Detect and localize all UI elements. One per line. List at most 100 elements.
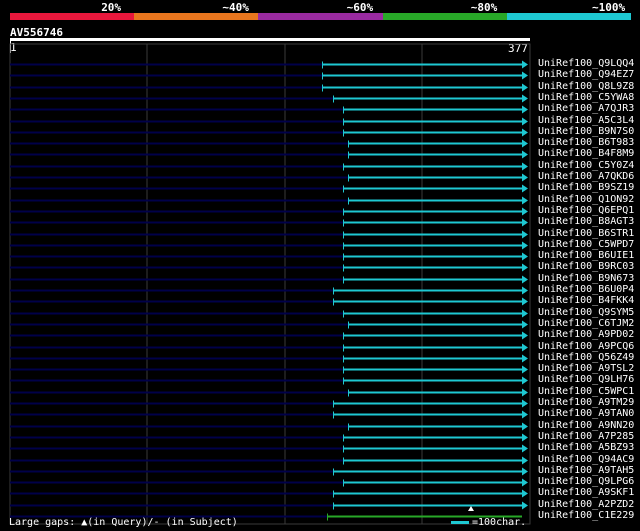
hit-name-link[interactable]: UniRef100_Q8L9Z8 <box>538 81 634 92</box>
hit-end-arrow <box>522 286 528 295</box>
hit-end-arrow <box>522 162 528 171</box>
hit-end-arrow <box>522 354 528 363</box>
identity-scale-segment <box>382 13 507 20</box>
hit-name-link[interactable]: UniRef100_B9N7S0 <box>538 126 634 137</box>
hit-name-link[interactable]: UniRef100_B4F8M9 <box>538 148 634 159</box>
hit-name-link[interactable]: UniRef100_C5WPD7 <box>538 239 634 250</box>
hit-end-arrow <box>522 501 528 510</box>
hit-name-link[interactable]: UniRef100_Q9LQQ4 <box>538 58 634 69</box>
hit-name-link[interactable]: UniRef100_A7P285 <box>538 431 634 442</box>
large-gaps-legend: Large gaps: ▲(in Query)/- (in Subject) <box>9 517 238 528</box>
hit-end-arrow <box>522 218 528 227</box>
identity-scale-label: 20% <box>101 1 122 14</box>
hit-end-arrow <box>522 71 528 80</box>
ruler-start-label: 1 <box>10 41 17 54</box>
hit-name-link[interactable]: UniRef100_A9NN20 <box>538 420 634 431</box>
identity-scale-segment <box>134 13 259 20</box>
hit-name-link[interactable]: UniRef100_B6T983 <box>538 137 634 148</box>
scale-legend-label: =100char. <box>472 517 527 528</box>
identity-scale-segment <box>10 13 135 20</box>
hit-end-arrow <box>522 128 528 137</box>
hit-end-arrow <box>522 399 528 408</box>
identity-scale-label: ~80% <box>470 1 498 14</box>
hit-name-link[interactable]: UniRef100_A7QKD6 <box>538 171 634 182</box>
hit-end-arrow <box>522 196 528 205</box>
identity-scale-label: ~100% <box>592 1 626 14</box>
hit-end-arrow <box>522 376 528 385</box>
hit-name-link[interactable]: UniRef100_C1E229 <box>538 510 634 521</box>
identity-scale-label: ~40% <box>222 1 249 14</box>
hit-end-arrow <box>522 94 528 103</box>
hit-end-arrow <box>522 365 528 374</box>
hit-name-link[interactable]: UniRef100_Q9LPG6 <box>538 476 634 487</box>
hit-name-link[interactable]: UniRef100_B6UIE1 <box>538 250 634 261</box>
hit-end-arrow <box>522 252 528 261</box>
hit-name-link[interactable]: UniRef100_B4FKK4 <box>538 295 634 306</box>
hit-end-arrow <box>522 320 528 329</box>
hit-name-link[interactable]: UniRef100_C6TJM2 <box>538 318 634 329</box>
hit-name-link[interactable]: UniRef100_A9TAN0 <box>538 408 634 419</box>
hit-end-arrow <box>522 343 528 352</box>
hit-end-arrow <box>522 173 528 182</box>
hit-end-arrow <box>522 489 528 498</box>
hit-end-arrow <box>522 433 528 442</box>
hit-name-link[interactable]: UniRef100_Q6EPQ1 <box>538 205 634 216</box>
hit-end-arrow <box>522 467 528 476</box>
hit-end-arrow <box>522 105 528 114</box>
hit-end-arrow <box>522 478 528 487</box>
identity-scale-segment <box>258 13 383 20</box>
hit-end-arrow <box>522 139 528 148</box>
hit-end-arrow <box>522 230 528 239</box>
hit-end-arrow <box>522 150 528 159</box>
hit-name-link[interactable]: UniRef100_B8AGT3 <box>538 216 634 227</box>
hit-name-link[interactable]: UniRef100_A9TM29 <box>538 397 634 408</box>
hit-name-link[interactable]: UniRef100_B9N673 <box>538 273 634 284</box>
hit-name-link[interactable]: UniRef100_C5Y0Z4 <box>538 160 634 171</box>
hit-name-link[interactable]: UniRef100_A9PD02 <box>538 329 634 340</box>
hit-name-link[interactable]: UniRef100_A9TAH5 <box>538 465 634 476</box>
hit-name-link[interactable]: UniRef100_A7QJR3 <box>538 103 634 114</box>
hit-end-arrow <box>522 207 528 216</box>
hit-name-link[interactable]: UniRef100_B6STR1 <box>538 228 634 239</box>
hit-name-link[interactable]: UniRef100_A9PCQ6 <box>538 341 634 352</box>
hit-name-link[interactable]: UniRef100_Q56Z49 <box>538 352 634 363</box>
hit-name-link[interactable]: UniRef100_Q9SYM5 <box>538 307 634 318</box>
hit-end-arrow <box>522 117 528 126</box>
hit-end-arrow <box>522 388 528 397</box>
hit-end-arrow <box>522 60 528 69</box>
scale-swatch <box>451 521 469 524</box>
hit-end-arrow <box>522 410 528 419</box>
hit-end-arrow <box>522 456 528 465</box>
hit-end-arrow <box>522 444 528 453</box>
query-ruler <box>10 38 530 41</box>
hit-end-arrow <box>522 422 528 431</box>
hit-end-arrow <box>522 83 528 92</box>
identity-scale-label: ~60% <box>346 1 374 14</box>
hit-name-link[interactable]: UniRef100_A2PZD2 <box>538 499 634 510</box>
hit-name-link[interactable]: UniRef100_A9TSL2 <box>538 363 634 374</box>
ruler-end-label: 377 <box>508 42 528 55</box>
hit-name-link[interactable]: UniRef100_B9SZ19 <box>538 182 634 193</box>
hit-name-link[interactable]: UniRef100_A9SKF1 <box>538 487 634 498</box>
hit-name-link[interactable]: UniRef100_C5WPC1 <box>538 386 634 397</box>
hit-name-link[interactable]: UniRef100_C5YWA8 <box>538 92 634 103</box>
hit-name-link[interactable]: UniRef100_Q1ON92 <box>538 194 634 205</box>
hit-name-link[interactable]: UniRef100_B6U0P4 <box>538 284 634 295</box>
query-gap-marker <box>468 506 474 511</box>
identity-color-scale <box>10 13 632 20</box>
hit-name-link[interactable]: UniRef100_A5BZ93 <box>538 442 634 453</box>
hit-end-arrow <box>522 263 528 272</box>
hit-name-link[interactable]: UniRef100_Q94EZ7 <box>538 69 634 80</box>
hit-name-link[interactable]: UniRef100_Q94AC9 <box>538 454 634 465</box>
hit-name-link[interactable]: UniRef100_A5C3L4 <box>538 115 634 126</box>
hit-end-arrow <box>522 297 528 306</box>
hit-end-arrow <box>522 275 528 284</box>
hit-end-arrow <box>522 309 528 318</box>
hit-end-arrow <box>522 331 528 340</box>
hit-end-arrow <box>522 184 528 193</box>
identity-scale-segment <box>506 13 632 20</box>
hit-name-link[interactable]: UniRef100_B9RC03 <box>538 261 634 272</box>
hit-end-arrow <box>522 241 528 250</box>
hit-name-link[interactable]: UniRef100_Q9LH76 <box>538 374 634 385</box>
plot-frame <box>9 43 531 525</box>
